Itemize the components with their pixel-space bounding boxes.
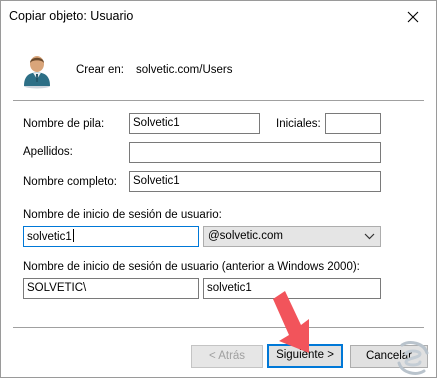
window-title: Copiar objeto: Usuario (9, 9, 134, 23)
pre2000-domain-value: SOLVETIC\ (27, 282, 87, 294)
back-button[interactable]: < Atrás (191, 345, 263, 368)
full-name-value: Solvetic1 (133, 175, 180, 187)
initials-field[interactable] (325, 113, 381, 134)
back-button-label: < Atrás (208, 350, 246, 362)
logon-name-value: solvetic1 (27, 231, 72, 243)
title-bar: Copiar objeto: Usuario (1, 1, 436, 33)
initials-label: Iniciales: (276, 118, 321, 130)
first-name-label: Nombre de pila: (23, 118, 105, 130)
create-in-path: solvetic.com/Users (136, 64, 233, 76)
upn-suffix-value: @solvetic.com (208, 230, 283, 242)
logon-name-label: Nombre de inicio de sesión de usuario: (23, 209, 222, 221)
chevron-down-icon (364, 233, 375, 240)
pre2000-domain-field[interactable]: SOLVETIC\ (23, 278, 199, 299)
text-caret (72, 229, 74, 242)
upn-suffix-dropdown[interactable]: @solvetic.com (203, 226, 381, 247)
first-name-value: Solvetic1 (133, 117, 180, 129)
pre2000-user-value: solvetic1 (207, 282, 252, 294)
top-divider (13, 100, 424, 101)
logon-name-field[interactable]: solvetic1 (23, 226, 199, 247)
last-name-field[interactable] (129, 142, 381, 163)
create-in-label: Crear en: (76, 64, 124, 76)
bottom-divider (13, 327, 424, 328)
close-button[interactable] (390, 1, 436, 32)
watermark-logo-icon (397, 341, 429, 375)
annotation-arrow-icon (273, 291, 309, 353)
copy-user-dialog: Copiar objeto: Usuario Crear en: solveti… (0, 0, 437, 378)
container-info: Crear en: solvetic.com/Users (21, 53, 401, 93)
full-name-label: Nombre completo: (23, 176, 117, 188)
last-name-label: Apellidos: (23, 146, 73, 158)
close-icon (407, 11, 419, 22)
user-icon (24, 56, 50, 89)
first-name-field[interactable]: Solvetic1 (129, 113, 260, 134)
full-name-field[interactable]: Solvetic1 (129, 171, 381, 192)
pre2000-logon-label: Nombre de inicio de sesión de usuario (a… (23, 261, 360, 273)
